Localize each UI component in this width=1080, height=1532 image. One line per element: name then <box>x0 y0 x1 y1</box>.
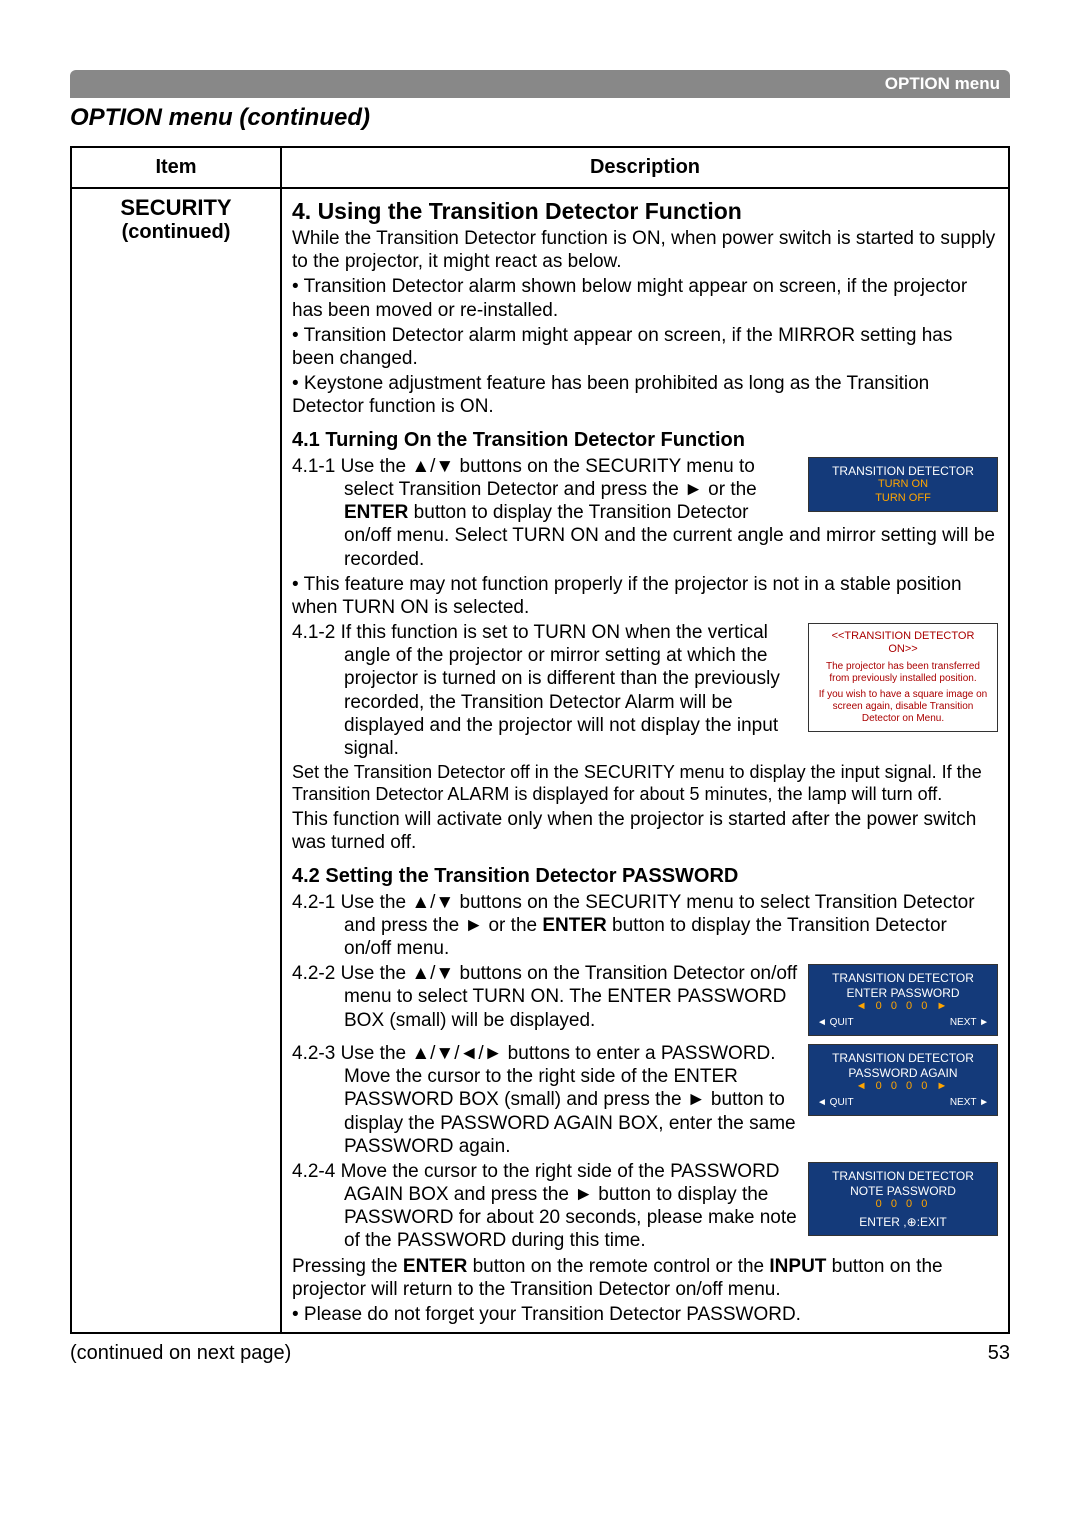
subsection-42-title: 4.2 Setting the Transition Detector PASS… <box>292 864 998 888</box>
p4-enter: ENTER <box>403 1256 467 1277</box>
step-411-note: • This feature may not function properly… <box>292 573 998 619</box>
item-cell: SECURITY (continued) <box>71 188 281 1333</box>
bullet-4-2: • Transition Detector alarm might appear… <box>292 324 998 370</box>
item-cell-sub: (continued) <box>82 221 270 244</box>
osd-box-pwagain-title: TRANSITION DETECTOR <box>817 1051 989 1066</box>
step-421: 4.2-1 Use the ▲/▼ buttons on the SECURIT… <box>292 891 998 961</box>
page-header-bar: OPTION menu <box>70 70 1010 98</box>
osd-box-turnon-title: TRANSITION DETECTOR <box>817 464 989 479</box>
p4a: Pressing the <box>292 1256 403 1277</box>
osd-box-turnon: TRANSITION DETECTOR TURN ON TURN OFF <box>808 457 998 512</box>
osd-box-enterpw-quit: ◄ QUIT <box>817 1017 854 1029</box>
page-number: 53 <box>988 1342 1010 1365</box>
subsection-41-title: 4.1 Turning On the Transition Detector F… <box>292 428 998 452</box>
osd-box-enterpw: TRANSITION DETECTOR ENTER PASSWORD ◄ 0 0… <box>808 964 998 1036</box>
step-411-enter: ENTER <box>344 502 408 523</box>
osd-box-enterpw-title: TRANSITION DETECTOR <box>817 971 989 986</box>
th-desc: Description <box>281 147 1009 188</box>
osd-box-notepw-sub: NOTE PASSWORD <box>817 1184 989 1199</box>
osd-box-enterpw-sub: ENTER PASSWORD <box>817 986 989 1001</box>
osd-box-notepw-exit: ENTER ,⊕:EXIT <box>817 1215 989 1230</box>
osd-box-alarm-body2: If you wish to have a square image on sc… <box>817 689 989 725</box>
osd-box-pwagain-digits: ◄ 0 0 0 0 ► <box>817 1080 989 1093</box>
osd-box-pwagain: TRANSITION DETECTOR PASSWORD AGAIN ◄ 0 0… <box>808 1044 998 1116</box>
description-cell: 4. Using the Transition Detector Functio… <box>281 188 1009 1333</box>
para-4-intro: While the Transition Detector function i… <box>292 227 998 273</box>
step-421-enter: ENTER <box>542 915 606 936</box>
p4-input: INPUT <box>769 1256 826 1277</box>
osd-box-alarm-title: <<TRANSITION DETECTOR ON>> <box>817 630 989 657</box>
step-411-b: button to display the Transition Detecto… <box>344 502 995 569</box>
para-41-followup1: Set the Transition Detector off in the S… <box>292 762 998 806</box>
step-411-a: 4.1-1 Use the ▲/▼ buttons on the SECURIT… <box>292 456 757 500</box>
bullet-42-note: • Please do not forget your Transition D… <box>292 1303 998 1326</box>
continued-note: (continued on next page) <box>70 1342 291 1365</box>
osd-box-pwagain-next: NEXT ► <box>950 1097 989 1109</box>
option-table: Item Description SECURITY (continued) 4.… <box>70 146 1010 1334</box>
osd-box-pwagain-sub: PASSWORD AGAIN <box>817 1066 989 1081</box>
osd-box-notepw-title: TRANSITION DETECTOR <box>817 1169 989 1184</box>
bullet-4-3: • Keystone adjustment feature has been p… <box>292 372 998 418</box>
item-cell-title: SECURITY <box>120 195 231 220</box>
bullet-4-1: • Transition Detector alarm shown below … <box>292 275 998 321</box>
p4c: button on the remote control or the <box>467 1256 769 1277</box>
osd-box-notepw: TRANSITION DETECTOR NOTE PASSWORD 0 0 0 … <box>808 1162 998 1236</box>
osd-box-enterpw-next: NEXT ► <box>950 1017 989 1029</box>
osd-box-turnon-off: TURN OFF <box>817 492 989 505</box>
section-title: OPTION menu (continued) <box>70 104 1010 132</box>
para-41-followup2: This function will activate only when th… <box>292 808 998 854</box>
th-item: Item <box>71 147 281 188</box>
osd-box-enterpw-digits: ◄ 0 0 0 0 ► <box>817 1000 989 1013</box>
para-42-return: Pressing the ENTER button on the remote … <box>292 1255 998 1301</box>
osd-box-alarm: <<TRANSITION DETECTOR ON>> The projector… <box>808 623 998 732</box>
osd-box-pwagain-quit: ◄ QUIT <box>817 1097 854 1109</box>
osd-box-alarm-body1: The projector has been transferred from … <box>817 661 989 685</box>
subsection-4-title: 4. Using the Transition Detector Functio… <box>292 197 998 225</box>
osd-box-notepw-digits: 0 0 0 0 <box>817 1198 989 1211</box>
osd-box-turnon-on: TURN ON <box>817 478 989 491</box>
